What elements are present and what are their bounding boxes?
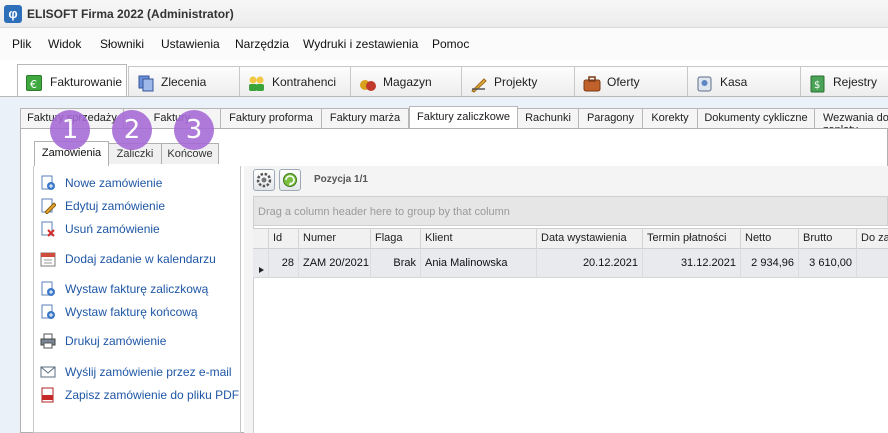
subtab-korekty[interactable]: Korekty	[642, 108, 698, 128]
menu-narzedzia[interactable]: Narzędzia	[235, 37, 289, 51]
cash-register-icon	[696, 75, 712, 92]
action-label: Wystaw fakturę końcową	[65, 305, 198, 319]
action-label: Wyślij zamówienie przez e-mail	[65, 365, 232, 379]
tab-label: Fakturowanie	[50, 75, 123, 89]
subtab-wezwania[interactable]: Wezwania do zapłaty	[814, 108, 888, 136]
grid-header: Id Numer Flaga Klient Data wystawienia T…	[253, 228, 888, 249]
svg-text:$: $	[814, 80, 820, 91]
action-label: Zapisz zamówienie do pliku PDF	[65, 388, 240, 402]
subtab-rachunki[interactable]: Rachunki	[517, 108, 579, 128]
tab-kontrahenci[interactable]: Kontrahenci	[239, 66, 351, 96]
table-row[interactable]: 28 ZAM 20/2021 Brak Ania Malinowska 20.1…	[253, 249, 888, 278]
documents-icon	[137, 75, 154, 92]
col-klient[interactable]: Klient	[421, 229, 537, 249]
subtab-faktury-proforma[interactable]: Faktury proforma	[220, 108, 322, 128]
grid-settings-button[interactable]	[253, 169, 275, 191]
col-flaga[interactable]: Flaga	[371, 229, 421, 249]
email-icon	[40, 364, 56, 380]
tab-label: Zlecenia	[161, 75, 207, 89]
annotation-badge-2: 2	[112, 110, 152, 150]
action-label: Edytuj zamówienie	[65, 199, 166, 213]
tab-kasa[interactable]: Kasa	[687, 66, 801, 96]
col-brutto[interactable]: Brutto	[799, 229, 857, 249]
menu-slowniki[interactable]: Słowniki	[100, 37, 144, 51]
subtab-dokumenty-cykliczne[interactable]: Dokumenty cykliczne	[697, 108, 815, 128]
app-logo-icon: φ	[4, 5, 22, 23]
tab-label: Oferty	[607, 75, 640, 89]
col-indicator	[253, 229, 269, 249]
menu-wydruki[interactable]: Wydruki i zestawienia	[303, 37, 418, 51]
tab-label: Kasa	[720, 75, 748, 89]
grid-refresh-button[interactable]	[279, 169, 301, 191]
annotation-badge-3: 3	[174, 110, 214, 150]
gear-icon	[256, 172, 272, 188]
refresh-icon	[283, 173, 297, 187]
tab-label: Kontrahenci	[272, 75, 337, 89]
action-label: Nowe zamówienie	[65, 176, 163, 190]
col-numer[interactable]: Numer	[299, 229, 371, 249]
col-termin-platnosci[interactable]: Termin płatności	[643, 229, 741, 249]
action-label: Drukuj zamówienie	[65, 334, 167, 348]
cell-id: 28	[269, 249, 299, 277]
row-selector-icon	[253, 249, 269, 277]
window-title: ELISOFT Firma 2022 (Administrator)	[27, 7, 234, 21]
group-by-panel[interactable]: Drag a column header here to group by th…	[253, 196, 888, 226]
menu-pomoc[interactable]: Pomoc	[432, 37, 469, 51]
tab-projekty[interactable]: Projekty	[461, 66, 575, 96]
pencil-ruler-icon	[470, 75, 487, 93]
cell-data-wystawienia: 20.12.2021	[537, 249, 643, 277]
svg-text:€: €	[30, 78, 37, 91]
printer-icon	[40, 333, 56, 349]
col-do-zaplaty[interactable]: Do zapłaty	[857, 229, 888, 249]
col-id[interactable]: Id	[269, 229, 299, 249]
action-label: Usuń zamówienie	[65, 222, 160, 236]
calendar-icon	[40, 251, 56, 267]
tab-rejestry[interactable]: $ Rejestry	[800, 66, 888, 96]
bags-icon	[359, 75, 376, 91]
cell-numer: ZAM 20/2021	[299, 249, 371, 277]
tab-oferty[interactable]: Oferty	[574, 66, 688, 96]
people-icon	[248, 75, 264, 91]
tab-label: Magazyn	[383, 75, 432, 89]
module-tabs: € Fakturowanie Zlecenia Kontrahenci Maga…	[0, 62, 888, 98]
briefcase-icon	[583, 75, 601, 92]
edit-document-icon	[40, 198, 57, 215]
cell-klient: Ania Malinowska	[421, 249, 537, 277]
register-book-icon: $	[809, 75, 825, 93]
new-document-icon	[40, 304, 56, 320]
cell-termin-platnosci: 31.12.2021	[643, 249, 741, 277]
menu-bar: Plik Widok Słowniki Ustawienia Narzędzia…	[0, 28, 888, 60]
position-label: Pozycja 1/1	[314, 174, 368, 185]
tab-label: Projekty	[494, 75, 538, 89]
menu-widok[interactable]: Widok	[48, 37, 81, 51]
tab-fakturowanie[interactable]: € Fakturowanie	[17, 64, 127, 98]
menu-plik[interactable]: Plik	[12, 37, 31, 51]
subtab-faktury-zaliczkowe[interactable]: Faktury zaliczkowe	[409, 106, 518, 129]
pdf-icon	[40, 387, 56, 403]
delete-document-icon	[40, 221, 56, 237]
col-netto[interactable]: Netto	[741, 229, 799, 249]
annotation-badge-1: 1	[50, 110, 90, 150]
menu-ustawienia[interactable]: Ustawienia	[161, 37, 220, 51]
currency-icon: €	[26, 75, 42, 91]
action-label: Dodaj zadanie w kalendarzu	[65, 252, 216, 266]
tab-zlecenia[interactable]: Zlecenia	[128, 66, 240, 96]
col-data-wystawienia[interactable]: Data wystawienia	[537, 229, 643, 249]
subtab-faktury-marza[interactable]: Faktury marża	[321, 108, 409, 128]
title-bar: φ ELISOFT Firma 2022 (Administrator)	[0, 0, 888, 28]
cell-do-zaplaty	[857, 249, 888, 277]
tab-magazyn[interactable]: Magazyn	[350, 66, 462, 96]
action-label: Wystaw fakturę zaliczkową	[65, 282, 209, 296]
cell-flaga: Brak	[371, 249, 421, 277]
subtab-paragony[interactable]: Paragony	[578, 108, 643, 128]
cell-brutto: 3 610,00	[799, 249, 857, 277]
new-document-icon	[40, 175, 56, 191]
new-document-icon	[40, 281, 56, 297]
cell-netto: 2 934,96	[741, 249, 799, 277]
tab-label: Rejestry	[833, 75, 878, 89]
